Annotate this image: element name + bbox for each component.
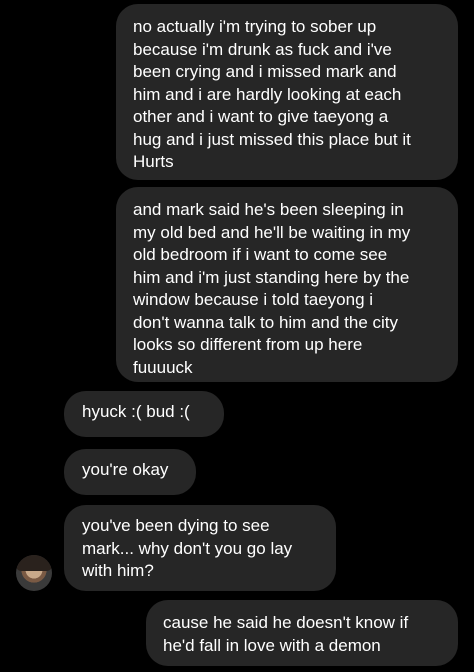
contact-avatar[interactable] xyxy=(16,555,52,591)
received-message-bubble[interactable]: you've been dying to see mark... why don… xyxy=(64,505,336,591)
received-message-bubble[interactable]: you're okay xyxy=(64,449,196,495)
sent-message-bubble[interactable]: cause he said he doesn't know if he'd fa… xyxy=(146,600,458,666)
sent-message-bubble[interactable]: no actually i'm trying to sober up becau… xyxy=(116,4,458,180)
received-message-bubble[interactable]: hyuck :( bud :( xyxy=(64,391,224,437)
avatar-photo-icon xyxy=(16,555,52,571)
message-thread: no actually i'm trying to sober up becau… xyxy=(0,0,474,672)
sent-message-bubble[interactable]: and mark said he's been sleeping in my o… xyxy=(116,187,458,382)
